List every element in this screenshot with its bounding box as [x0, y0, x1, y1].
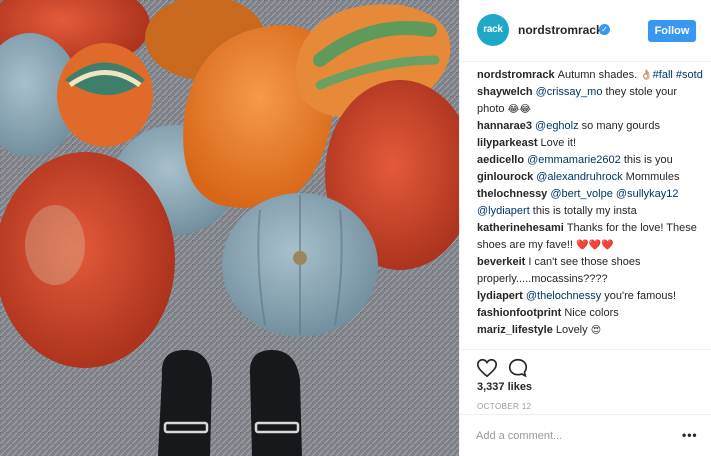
emoji: 👌🏼	[640, 70, 653, 81]
likes-count[interactable]: 3,337 likes	[477, 381, 532, 393]
mention-link[interactable]: @bert_volpe	[550, 188, 613, 200]
comment-author[interactable]: beverkeit	[477, 256, 525, 268]
comment-item: nordstromrack Autumn shades. 👌🏼#fall #sot…	[477, 67, 703, 84]
comment-author[interactable]: aedicello	[477, 154, 524, 166]
more-options-icon[interactable]: •••	[682, 428, 698, 442]
post-side-panel: rack nordstromrack ✓ Follow nordstromrac…	[459, 0, 711, 456]
comment-item: beverkeit I can't see those shoes properl…	[477, 254, 703, 288]
comment-author[interactable]: lydiapert	[477, 290, 523, 302]
emoji: ❤️❤️❤️	[576, 240, 614, 251]
avatar-logo-text: rack	[483, 24, 503, 35]
comment-item: fashionfootprint Nice colors	[477, 305, 703, 322]
post-photo[interactable]	[0, 0, 459, 456]
mention-link[interactable]: @emmamarie2602	[527, 154, 621, 166]
comment-item: shaywelch @crissay_mo they stole your pho…	[477, 84, 703, 118]
comment-item: katherinehesami Thanks for the love! Thes…	[477, 220, 703, 254]
comment-author[interactable]: nordstromrack	[477, 69, 555, 81]
comment-text: Nice colors	[564, 307, 619, 319]
comment-text: Love it!	[540, 137, 577, 149]
comment-author[interactable]: thelochnessy	[477, 188, 547, 200]
comment-author[interactable]: fashionfootprint	[477, 307, 561, 319]
comment-text: Autumn shades.	[557, 69, 641, 81]
comment-item: lydiapert @thelochnessy you're famous!	[477, 288, 703, 305]
comment-item: lilyparkeast Love it!	[477, 135, 703, 152]
follow-button[interactable]: Follow	[648, 20, 696, 42]
comment-author[interactable]: shaywelch	[477, 86, 533, 98]
mention-link[interactable]: @thelochnessy	[526, 290, 601, 302]
emoji: 😍	[590, 325, 602, 336]
comment-input[interactable]	[476, 426, 676, 446]
comment-text: Mommules	[622, 171, 680, 183]
comment-item: ginlourock @alexandruhrock Mommules	[477, 169, 703, 186]
post-header: rack nordstromrack ✓ Follow	[460, 0, 711, 62]
post-actions: 3,337 likes OCTOBER 12	[460, 349, 711, 415]
avatar[interactable]: rack	[477, 14, 509, 46]
comment-author[interactable]: lilyparkeast	[477, 137, 538, 149]
mention-link[interactable]: @alexandruhrock	[536, 171, 622, 183]
comment-text: Lovely	[555, 324, 591, 336]
comment-bubble-icon[interactable]	[507, 357, 529, 379]
comment-text: this is you	[620, 154, 673, 166]
post-date: OCTOBER 12	[477, 402, 532, 411]
emoji: 😂😂	[507, 104, 531, 115]
comment-text: this is totally my insta	[529, 205, 637, 217]
hashtag-link[interactable]: #fall	[653, 69, 673, 81]
verified-badge-icon: ✓	[599, 24, 610, 35]
comment-item: mariz_lifestyle Lovely 😍	[477, 322, 703, 339]
mention-link[interactable]: @crissay_mo	[536, 86, 603, 98]
comments-list[interactable]: nordstromrack Autumn shades. 👌🏼#fall #sot…	[477, 67, 703, 348]
mention-link[interactable]: @egholz	[535, 120, 579, 132]
comment-text: so many gourds	[578, 120, 660, 132]
comment-author[interactable]: katherinehesami	[477, 222, 564, 234]
comment-bar: •••	[460, 414, 711, 456]
comment-item: aedicello @emmamarie2602 this is you	[477, 152, 703, 169]
comment-item: hannarae3 @egholz so many gourds	[477, 118, 703, 135]
comment-author[interactable]: ginlourock	[477, 171, 533, 183]
comment-author[interactable]: hannarae3	[477, 120, 532, 132]
post-username[interactable]: nordstromrack	[518, 23, 603, 37]
mention-link[interactable]: @lydiapert	[477, 205, 530, 217]
comment-author[interactable]: mariz_lifestyle	[477, 324, 553, 336]
comment-item: thelochnessy @bert_volpe @sullykay12 @lyd…	[477, 186, 703, 220]
mention-link[interactable]: @sullykay12	[616, 188, 679, 200]
heart-icon[interactable]	[476, 357, 498, 379]
comment-text: you're famous!	[601, 290, 677, 302]
hashtag-link[interactable]: #sotd	[676, 69, 703, 81]
